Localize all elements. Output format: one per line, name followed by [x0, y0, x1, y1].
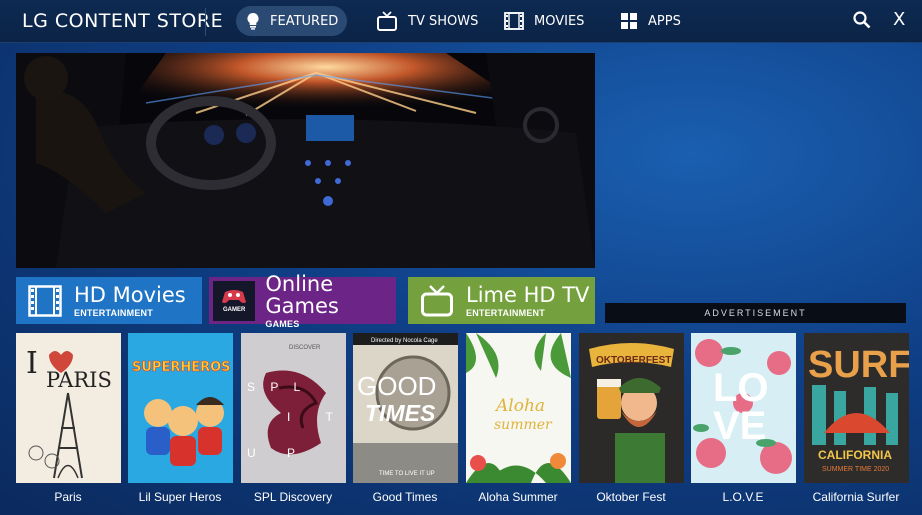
app-title: LG CONTENT STORE	[22, 10, 224, 32]
poster-paris-art: I PARIS	[26, 346, 112, 479]
category-online-games[interactable]: GAMER Online Games GAMES	[209, 273, 396, 329]
category-lime-hd-tv-text: Lime HD TV ENTERTAINMENT	[466, 284, 589, 318]
nav-tab-featured[interactable]: FEATURED	[236, 6, 347, 36]
svg-text:I T: I T	[287, 410, 346, 424]
hero-car-night-image	[16, 53, 595, 268]
nav-tab-movies-label: MOVIES	[534, 13, 585, 29]
svg-text:SURF: SURF	[808, 344, 909, 386]
poster-good-times[interactable]: Directed by Nocola Cage GOOD TIMES TIME …	[353, 333, 458, 483]
poster-surf-art: SURF CALIFORNIA SUMMER TIME 2020	[804, 333, 909, 483]
poster-title: Oktober Fest	[596, 490, 666, 504]
poster-spl-art: DISCOVER S P L I T U P	[241, 333, 346, 483]
svg-text:TIME TO LIVE IT UP: TIME TO LIVE IT UP	[379, 471, 435, 477]
top-navigation-bar: LG CONTENT STORE FEATURED TV SHOWS MOVIE…	[0, 0, 922, 43]
svg-text:summer: summer	[494, 417, 553, 433]
search-icon[interactable]	[853, 11, 871, 34]
svg-text:VE: VE	[713, 404, 766, 448]
svg-text:GOOD: GOOD	[357, 371, 436, 401]
film-icon	[504, 12, 524, 30]
svg-text:U P: U P	[247, 446, 309, 460]
svg-text:Directed by Nocola Cage: Directed by Nocola Cage	[371, 338, 438, 344]
poster-lil-super-heros[interactable]: SUPERHEROS	[128, 333, 233, 483]
tv-icon	[420, 284, 454, 318]
svg-text:I: I	[26, 346, 38, 381]
category-subtitle: ENTERTAINMENT	[74, 307, 153, 318]
svg-text:PARIS: PARIS	[46, 368, 112, 392]
featured-hero-banner[interactable]	[16, 53, 595, 268]
nav-tab-tv-shows[interactable]: TV SHOWS	[376, 6, 478, 36]
nav-divider	[205, 8, 206, 36]
svg-text:S P L: S P L	[247, 380, 306, 394]
poster-title: California Surfer	[812, 490, 900, 504]
category-online-games-text: Online Games GAMES	[265, 273, 396, 329]
category-subtitle: ENTERTAINMENT	[466, 307, 545, 318]
poster-oktoberfest-art: OKTOBERFEST	[579, 333, 684, 483]
svg-text:CALIFORNIA: CALIFORNIA	[818, 448, 892, 462]
advertisement-label: ADVERTISEMENT	[605, 303, 906, 323]
category-subtitle: GAMES	[265, 318, 300, 329]
poster-title: L.O.V.E	[722, 490, 764, 504]
tv-icon	[376, 10, 398, 32]
apps-grid-icon	[620, 12, 638, 30]
poster-love[interactable]: LO VE	[691, 333, 796, 483]
gamer-logo-text: GAMER	[223, 307, 246, 313]
svg-text:TIMES: TIMES	[365, 400, 436, 426]
nav-tab-apps-label: APPS	[648, 13, 681, 29]
poster-title: Paris	[54, 490, 82, 504]
svg-text:Aloha: Aloha	[494, 396, 545, 416]
poster-aloha-summer[interactable]: Aloha summer	[466, 333, 571, 483]
category-title: Online Games	[265, 271, 339, 318]
nav-tab-featured-label: FEATURED	[270, 13, 339, 29]
lightbulb-icon	[246, 12, 260, 30]
category-title: HD Movies	[74, 282, 186, 307]
poster-paris[interactable]: I PARIS	[16, 333, 121, 483]
category-hd-movies[interactable]: HD Movies ENTERTAINMENT	[16, 277, 202, 324]
poster-aloha-art: Aloha summer	[466, 333, 571, 483]
nav-tab-movies[interactable]: MOVIES	[504, 6, 584, 36]
poster-title: Good Times	[372, 490, 438, 504]
poster-title: Lil Super Heros	[138, 490, 222, 504]
category-lime-hd-tv[interactable]: Lime HD TV ENTERTAINMENT	[408, 277, 595, 324]
film-icon	[28, 284, 62, 317]
nav-tab-apps[interactable]: APPS	[620, 6, 681, 36]
category-hd-movies-text: HD Movies ENTERTAINMENT	[74, 284, 186, 318]
svg-text:OKTOBERFEST: OKTOBERFEST	[596, 355, 671, 366]
poster-title: SPL Discovery	[253, 490, 333, 504]
poster-love-art: LO VE	[691, 333, 796, 483]
poster-superheros-art: SUPERHEROS	[128, 333, 233, 483]
poster-oktober-fest[interactable]: OKTOBERFEST	[579, 333, 684, 483]
svg-text:SUPERHEROS: SUPERHEROS	[132, 360, 231, 375]
poster-title: Aloha Summer	[478, 490, 558, 504]
svg-text:DISCOVER: DISCOVER	[289, 345, 321, 351]
category-title: Lime HD TV	[466, 282, 590, 307]
nav-tab-tv-shows-label: TV SHOWS	[408, 13, 479, 29]
gamer-logo: GAMER	[213, 280, 256, 321]
close-icon[interactable]: X	[893, 9, 905, 30]
poster-spl-discovery[interactable]: DISCOVER S P L I T U P	[241, 333, 346, 483]
svg-text:SUMMER TIME 2020: SUMMER TIME 2020	[822, 466, 889, 473]
poster-california-surfer[interactable]: SURF CALIFORNIA SUMMER TIME 2020	[804, 333, 909, 483]
poster-good-times-art: Directed by Nocola Cage GOOD TIMES TIME …	[353, 333, 458, 483]
gamepad-icon	[222, 290, 247, 304]
